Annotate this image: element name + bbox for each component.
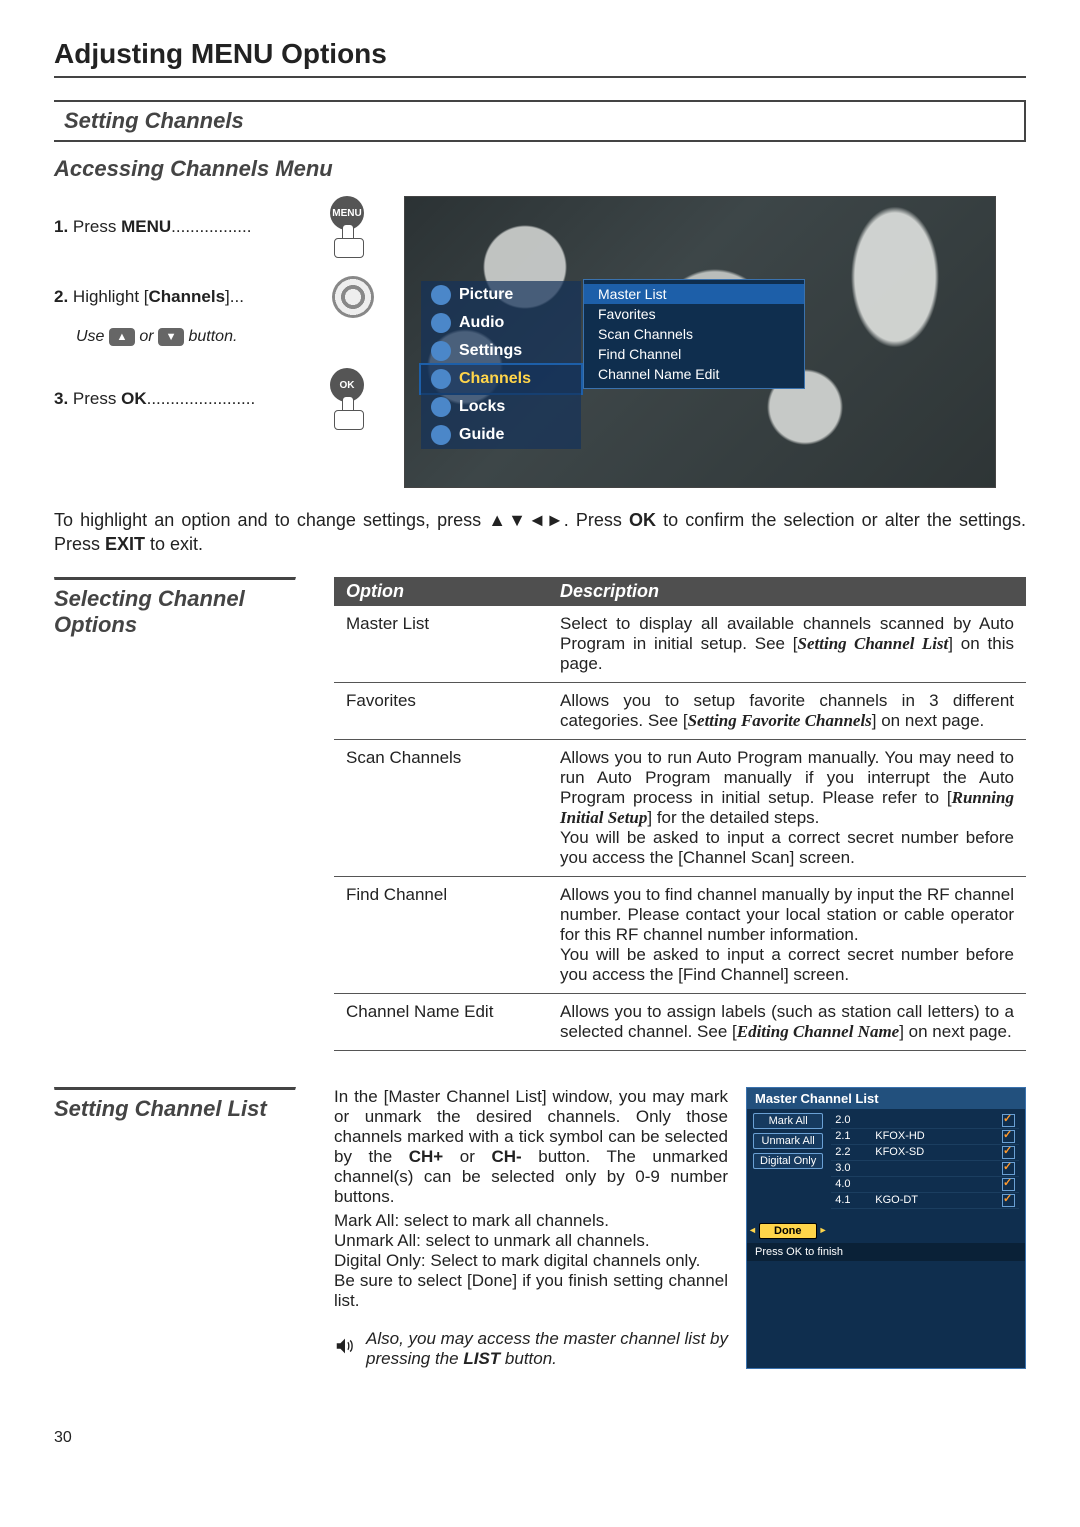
tick-icon — [1002, 1162, 1015, 1175]
mcl-row: 2.0 — [831, 1113, 1019, 1129]
instruction-paragraph: To highlight an option and to change set… — [54, 508, 1026, 557]
osd-tab-icon — [431, 369, 451, 389]
osd-sub-item: Channel Name Edit — [584, 364, 804, 384]
speaker-icon — [334, 1335, 356, 1362]
scl-line: Be sure to select [Done] if you finish s… — [334, 1271, 728, 1311]
step2-num: 2. — [54, 287, 68, 306]
channels-remote-icon — [332, 276, 374, 318]
osd-tab-audio: Audio — [421, 309, 581, 337]
osd-tab-icon — [431, 285, 451, 305]
step3-text: Press — [68, 389, 121, 408]
option-desc: Select to display all available channels… — [548, 614, 1026, 674]
up-arrow-icon: ▲ — [109, 328, 135, 346]
mcl-button: Unmark All — [753, 1133, 823, 1149]
mcl-title: Master Channel List — [747, 1088, 1025, 1109]
steps-column: 1. Press MENU................. MENU 2. H… — [54, 196, 374, 488]
mcl-button: Mark All — [753, 1113, 823, 1129]
option-row: Master ListSelect to display all availab… — [334, 606, 1026, 683]
scl-line: Unmark All: select to unmark all channel… — [334, 1231, 728, 1251]
step3-bold: OK — [121, 389, 147, 408]
mcl-footer: Press OK to finish — [747, 1243, 1025, 1261]
step3-num: 3. — [54, 389, 68, 408]
col-description: Description — [548, 577, 1026, 606]
option-name: Find Channel — [334, 885, 548, 985]
tick-icon — [1002, 1114, 1015, 1127]
osd-tab-icon — [431, 425, 451, 445]
osd-tab-icon — [431, 341, 451, 361]
osd-sub-item: Scan Channels — [584, 324, 804, 344]
page-number: 30 — [54, 1429, 1026, 1447]
option-row: Scan ChannelsAllows you to run Auto Prog… — [334, 740, 1026, 877]
osd-tab-picture: Picture — [421, 281, 581, 309]
option-desc: Allows you to run Auto Program manually.… — [548, 748, 1026, 868]
step2-suffix: ]... — [225, 287, 244, 306]
subtitle-accessing: Accessing Channels Menu — [54, 156, 1026, 182]
option-desc: Allows you to assign labels (such as sta… — [548, 1002, 1026, 1042]
osd-tab-icon — [431, 397, 451, 417]
menu-remote-icon: MENU — [320, 196, 374, 258]
ok-remote-icon: OK — [320, 368, 374, 430]
osd-tab-icon — [431, 313, 451, 333]
tick-icon — [1002, 1178, 1015, 1191]
setting-channel-list-text: In the [Master Channel List] window, you… — [334, 1087, 728, 1369]
osd-sub-item: Favorites — [584, 304, 804, 324]
option-name: Favorites — [334, 691, 548, 731]
osd-sub-item: Master List — [584, 284, 804, 304]
label-rule — [54, 577, 296, 580]
option-row: Find ChannelAllows you to find channel m… — [334, 877, 1026, 994]
scl-line: Digital Only: Select to mark digital cha… — [334, 1251, 728, 1271]
tick-icon — [1002, 1146, 1015, 1159]
title-rule — [54, 76, 1026, 78]
mcl-row: 3.0 — [831, 1161, 1019, 1177]
option-row: FavoritesAllows you to setup favorite ch… — [334, 683, 1026, 740]
master-channel-list-screenshot: Master Channel List Mark All Unmark All Di… — [746, 1087, 1026, 1369]
setting-channel-list-label: Setting Channel List — [54, 1096, 294, 1122]
scl-line: Mark All: select to mark all channels. — [334, 1211, 728, 1231]
osd-tab-channels: Channels — [421, 365, 581, 393]
step3-dots: ....................... — [147, 389, 256, 408]
mcl-button: Digital Only — [753, 1153, 823, 1169]
osd-tab-settings: Settings — [421, 337, 581, 365]
option-name: Scan Channels — [334, 748, 548, 868]
page-title: Adjusting MENU Options — [54, 38, 1026, 70]
mcl-row: 4.1KGO-DT — [831, 1193, 1019, 1209]
options-table: Option Description Master ListSelect to … — [334, 577, 1026, 1051]
mcl-done-button: Done — [759, 1223, 817, 1239]
down-arrow-icon: ▼ — [158, 328, 184, 346]
option-name: Master List — [334, 614, 548, 674]
selecting-channel-options-label: Selecting Channel Options — [54, 586, 294, 638]
label-rule-2 — [54, 1087, 296, 1090]
option-desc: Allows you to setup favorite channels in… — [548, 691, 1026, 731]
use-buttons-hint: Use ▲ or ▼ button. — [76, 328, 374, 346]
osd-tab-locks: Locks — [421, 393, 581, 421]
section-bar: Setting Channels — [54, 100, 1026, 142]
tv-osd-screenshot: PictureAudioSettingsChannelsLocksGuide M… — [404, 196, 996, 488]
osd-sub-item: Find Channel — [584, 344, 804, 364]
step1-num: 1. — [54, 217, 68, 236]
osd-tab-guide: Guide — [421, 421, 581, 449]
mcl-row: 2.2KFOX-SD — [831, 1145, 1019, 1161]
tick-icon — [1002, 1194, 1015, 1207]
option-row: Channel Name EditAllows you to assign la… — [334, 994, 1026, 1051]
mcl-row: 2.1KFOX-HD — [831, 1129, 1019, 1145]
step1-text: Press — [68, 217, 121, 236]
step1-bold: MENU — [121, 217, 171, 236]
step2-bold: Channels — [149, 287, 226, 306]
step1-dots: ................. — [171, 217, 251, 236]
mcl-row: 4.0 — [831, 1177, 1019, 1193]
option-name: Channel Name Edit — [334, 1002, 548, 1042]
option-desc: Allows you to find channel manually by i… — [548, 885, 1026, 985]
tick-icon — [1002, 1130, 1015, 1143]
col-option: Option — [334, 577, 548, 606]
step2-text: Highlight [ — [68, 287, 148, 306]
